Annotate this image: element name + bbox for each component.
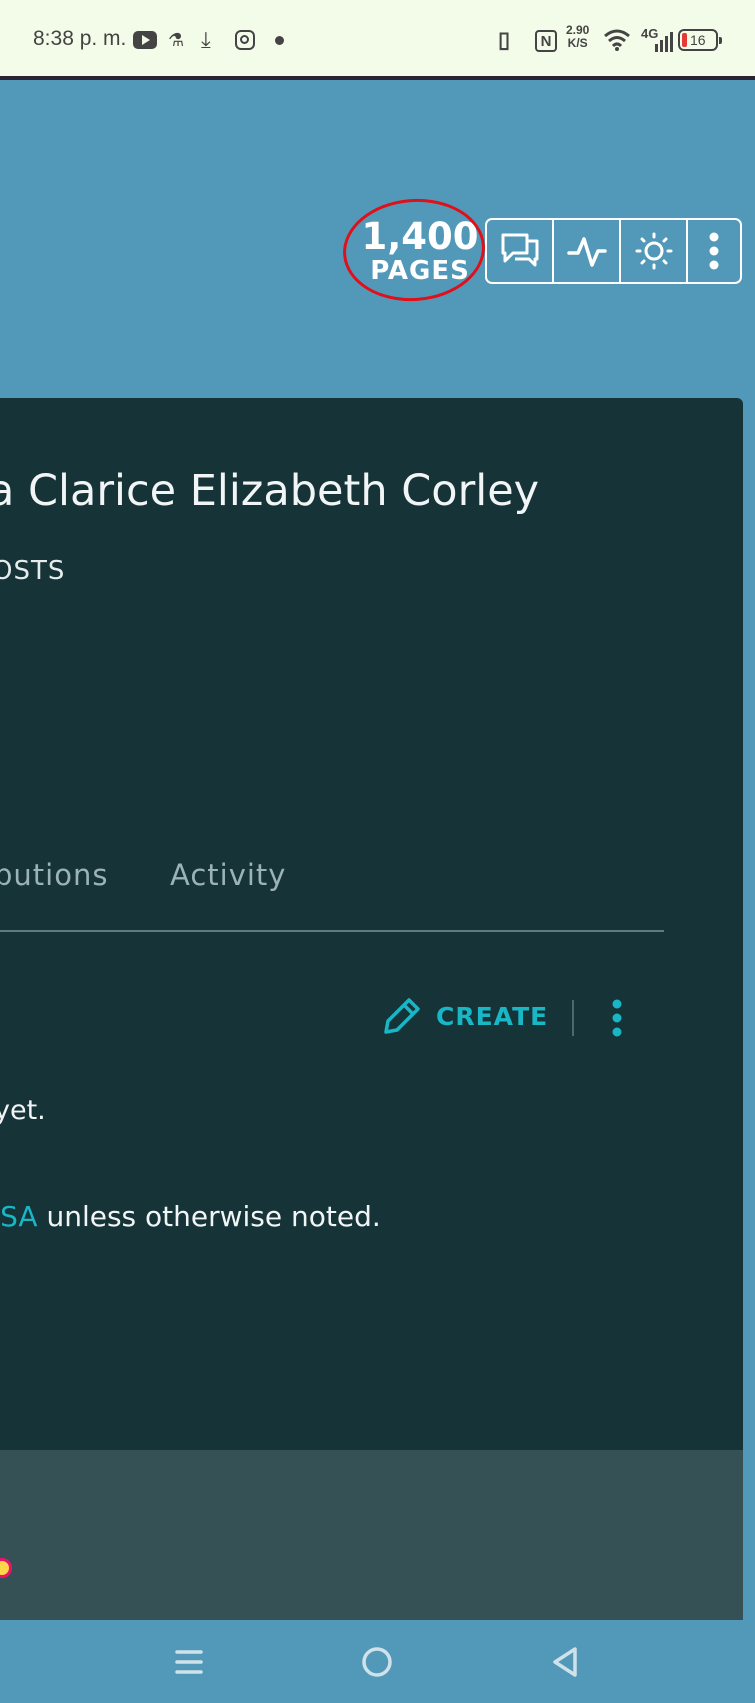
theme-icon (635, 232, 672, 270)
home-button[interactable] (355, 1640, 399, 1684)
theme-toggle-button[interactable] (621, 220, 688, 282)
speed-unit: K/S (567, 36, 588, 50)
action-separator (572, 1000, 574, 1036)
status-bar: 8:38 p. m. ⚗ ⤓ ▯ N 2.90 K/S 4G 16 (0, 0, 755, 76)
posts-count-label[interactable]: OSTS (0, 556, 65, 586)
back-button[interactable] (543, 1640, 587, 1684)
license-rest: unless otherwise noted. (37, 1200, 381, 1233)
license-link[interactable]: -SA (0, 1200, 38, 1233)
more-icon (612, 999, 622, 1037)
profile-card (0, 398, 743, 1450)
activity-icon (566, 237, 607, 267)
menu-icon (175, 1650, 203, 1674)
wifi-icon (603, 28, 631, 52)
tabs-divider (0, 930, 664, 932)
nfc-icon: N (535, 30, 557, 52)
back-icon (553, 1647, 577, 1677)
flask-icon: ⚗ (168, 29, 185, 50)
instagram-icon (235, 30, 255, 50)
create-more-button[interactable] (610, 998, 624, 1042)
activity-button[interactable] (554, 220, 621, 282)
home-icon (362, 1647, 392, 1677)
recent-apps-button[interactable] (167, 1640, 211, 1684)
discussions-icon (501, 233, 538, 267)
tab-contributions[interactable]: butions (0, 858, 108, 892)
page-toolbar (485, 218, 742, 284)
network-speed: 2.90 K/S (566, 24, 589, 50)
signal-icon (655, 30, 673, 52)
status-divider (0, 76, 755, 80)
page-title: a Clarice Elizabeth Corley (0, 466, 540, 516)
pencil-icon (384, 998, 420, 1034)
more-icon (709, 232, 719, 270)
page-footer (0, 1450, 743, 1620)
download-icon: ⤓ (201, 27, 211, 52)
vibrate-icon: ▯ (498, 27, 511, 52)
battery-level: 16 (690, 32, 706, 48)
battery-icon: 16 (678, 29, 722, 51)
status-time: 8:38 p. m. (33, 27, 127, 50)
more-options-button[interactable] (688, 220, 740, 282)
license-text: -SA unless otherwise noted. (0, 1200, 381, 1233)
youtube-icon (133, 31, 157, 49)
tab-activity[interactable]: Activity (170, 858, 286, 892)
empty-state-text: yet. (0, 1095, 46, 1126)
create-label: CREATE (436, 1001, 549, 1031)
create-button[interactable]: CREATE (380, 990, 548, 1042)
discussions-button[interactable] (487, 220, 554, 282)
dot-icon (275, 36, 284, 45)
